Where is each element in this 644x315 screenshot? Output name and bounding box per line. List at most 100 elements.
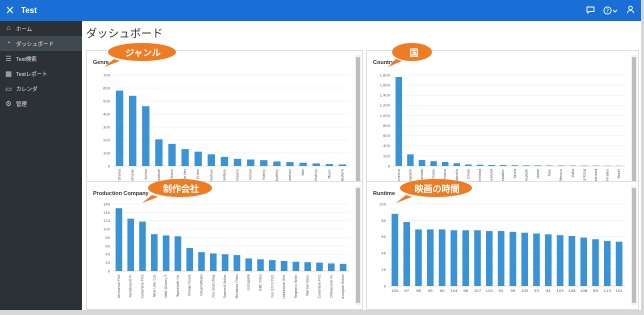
bar[interactable] bbox=[299, 162, 307, 166]
bar[interactable] bbox=[186, 247, 194, 271]
y-tick-label: 20 bbox=[381, 268, 386, 272]
bar[interactable] bbox=[327, 263, 335, 271]
bar[interactable] bbox=[292, 261, 300, 271]
bar[interactable] bbox=[580, 237, 588, 286]
bar[interactable] bbox=[257, 259, 264, 271]
bar[interactable] bbox=[339, 263, 347, 271]
bar[interactable] bbox=[338, 164, 347, 166]
bar[interactable] bbox=[568, 235, 576, 286]
sidebar-item-test-search[interactable]: ☰ Test検索 bbox=[0, 51, 82, 66]
bar[interactable] bbox=[523, 165, 530, 166]
bar[interactable] bbox=[556, 235, 564, 286]
bar[interactable] bbox=[142, 106, 150, 166]
y-tick-label: 300 bbox=[103, 125, 111, 129]
company-chart-panel: Production Company 0 20 40 60 80 100 120 140 160… bbox=[86, 181, 363, 310]
bar[interactable] bbox=[453, 163, 461, 166]
bar[interactable] bbox=[221, 254, 229, 271]
bar[interactable] bbox=[509, 231, 517, 286]
bar[interactable] bbox=[286, 162, 294, 166]
bar[interactable] bbox=[415, 229, 422, 286]
bar[interactable] bbox=[474, 230, 481, 286]
list-icon: ☰ bbox=[5, 55, 12, 63]
sidebar-item-dashboard[interactable]: ◔ ダッシュボード bbox=[0, 36, 82, 51]
scroll-thumb[interactable] bbox=[632, 188, 636, 303]
bar[interactable] bbox=[438, 229, 446, 286]
bar[interactable] bbox=[546, 165, 553, 166]
bar[interactable] bbox=[533, 233, 540, 286]
sidebar-item-home[interactable]: ⌂ ホーム bbox=[0, 21, 82, 36]
bar[interactable] bbox=[162, 235, 170, 271]
bar[interactable] bbox=[615, 241, 623, 286]
scrollbar[interactable] bbox=[355, 186, 361, 305]
close-icon[interactable]: ✕ bbox=[3, 4, 17, 17]
bar[interactable] bbox=[209, 253, 217, 271]
bar[interactable] bbox=[150, 234, 158, 271]
bar[interactable] bbox=[395, 77, 403, 166]
bar[interactable] bbox=[544, 234, 552, 286]
scroll-thumb[interactable] bbox=[356, 57, 360, 193]
bar[interactable] bbox=[194, 151, 202, 166]
help-icon[interactable]: ? bbox=[603, 6, 618, 15]
admin-icon: ⚙ bbox=[5, 100, 12, 108]
bar[interactable] bbox=[273, 161, 281, 166]
bar[interactable] bbox=[115, 90, 124, 166]
bar[interactable] bbox=[168, 143, 176, 166]
sidebar-item-test-report[interactable]: ▦ Testレポート bbox=[0, 66, 82, 81]
sidebar-item-admin[interactable]: ⚙ 管理 bbox=[0, 96, 82, 111]
bar[interactable] bbox=[462, 230, 470, 286]
bar[interactable] bbox=[430, 161, 437, 166]
bar[interactable] bbox=[198, 252, 205, 271]
bar[interactable] bbox=[304, 262, 312, 271]
bar[interactable] bbox=[426, 229, 434, 286]
bar[interactable] bbox=[280, 260, 288, 271]
bar[interactable] bbox=[268, 260, 276, 271]
scrollbar[interactable] bbox=[355, 55, 361, 195]
bar[interactable] bbox=[499, 165, 507, 166]
bar[interactable] bbox=[521, 232, 529, 286]
bar[interactable] bbox=[139, 221, 146, 271]
bar[interactable] bbox=[476, 164, 484, 166]
x-tick-label: Regency Ente. bbox=[294, 274, 298, 298]
scrollbar[interactable] bbox=[631, 186, 637, 305]
bar[interactable] bbox=[391, 213, 399, 286]
bar[interactable] bbox=[127, 218, 135, 271]
bar[interactable] bbox=[181, 149, 189, 166]
bar[interactable] bbox=[511, 165, 519, 166]
bar[interactable] bbox=[407, 154, 414, 166]
bar[interactable] bbox=[246, 159, 255, 167]
bar[interactable] bbox=[233, 255, 241, 271]
bar[interactable] bbox=[603, 240, 611, 286]
bar[interactable] bbox=[312, 163, 320, 166]
bar[interactable] bbox=[441, 161, 449, 166]
bar[interactable] bbox=[174, 236, 182, 271]
bar[interactable] bbox=[316, 262, 323, 271]
scroll-thumb[interactable] bbox=[356, 188, 360, 303]
bar[interactable] bbox=[220, 156, 229, 166]
bar[interactable] bbox=[155, 139, 163, 166]
bar[interactable] bbox=[592, 239, 599, 286]
bar[interactable] bbox=[418, 159, 426, 166]
bar[interactable] bbox=[245, 258, 253, 271]
bar[interactable] bbox=[497, 231, 505, 286]
bar[interactable] bbox=[450, 230, 458, 286]
bar[interactable] bbox=[207, 154, 216, 166]
x-tick-label: BBC Films bbox=[259, 274, 263, 291]
bar[interactable] bbox=[465, 164, 472, 166]
bar[interactable] bbox=[115, 208, 123, 271]
bar[interactable] bbox=[485, 231, 493, 286]
x-tick-label: Columbia Pict. bbox=[318, 274, 322, 298]
bar[interactable] bbox=[260, 160, 268, 166]
user-icon[interactable] bbox=[626, 5, 635, 16]
bar[interactable] bbox=[403, 222, 411, 286]
bar[interactable] bbox=[325, 164, 334, 166]
x-tick-label: Dimension Fil. bbox=[329, 274, 333, 298]
chat-icon[interactable] bbox=[586, 6, 595, 16]
bar[interactable] bbox=[128, 95, 137, 166]
bar[interactable] bbox=[534, 165, 542, 166]
scroll-thumb[interactable] bbox=[632, 57, 636, 193]
bar[interactable] bbox=[233, 158, 242, 166]
scrollbar[interactable] bbox=[631, 55, 637, 195]
app-name: Test bbox=[21, 6, 37, 15]
bar[interactable] bbox=[488, 164, 495, 166]
sidebar-item-calendar[interactable]: ▭ カレンダ bbox=[0, 81, 82, 96]
